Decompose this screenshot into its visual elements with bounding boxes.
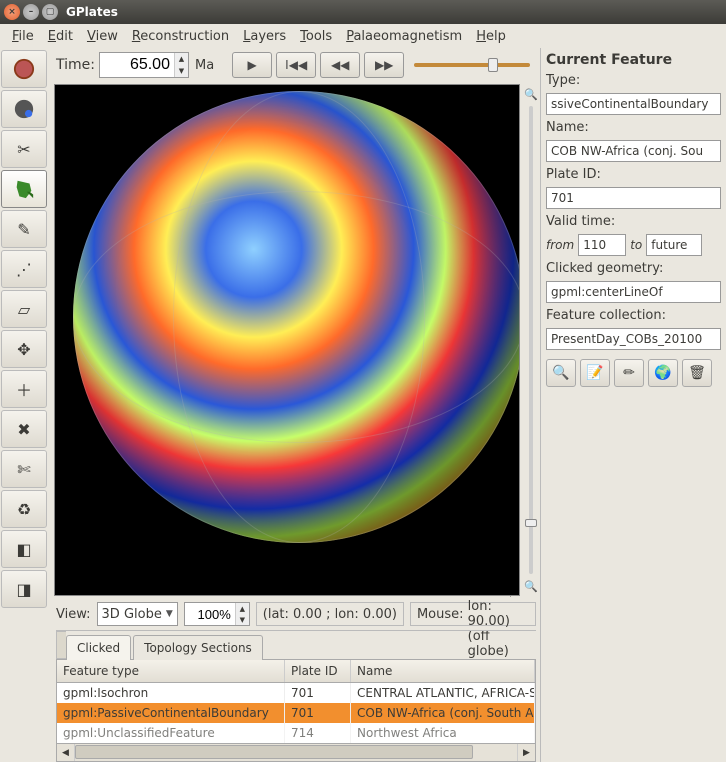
copy-geometry-button[interactable]: ✏ [614,359,644,387]
window-title: GPlates [66,5,118,19]
edit-feature-button[interactable]: 📝 [580,359,610,387]
type-label: Type: [546,73,721,88]
zoom-down-icon[interactable]: ▼ [235,614,249,625]
menu-tools[interactable]: Tools [294,27,338,46]
name-field[interactable]: COB NW-Africa (conj. Sou [546,140,721,162]
globe-viewport[interactable] [54,84,520,596]
valid-from-field[interactable]: 110 [578,234,626,256]
tool-drag-globe[interactable] [1,50,47,88]
tool-split-feature[interactable]: ✄ [1,450,47,488]
menu-layers[interactable]: Layers [237,27,292,46]
menu-edit[interactable]: Edit [42,27,79,46]
geometry-field[interactable]: gpml:centerLineOf [546,281,721,303]
view-label: View: [56,607,91,622]
delete-feature-button[interactable]: 🗑 [682,359,712,387]
tool-digitize-polygon[interactable]: ▱ [1,290,47,328]
tool-digitize-points[interactable]: ⋰ [1,250,47,288]
time-label: Time: [56,57,95,73]
tool-manipulate-pole[interactable]: ♻ [1,490,47,528]
clone-feature-button[interactable]: 🌍 [648,359,678,387]
time-input[interactable] [100,53,174,77]
dock-handle[interactable] [56,631,66,659]
time-up-icon[interactable]: ▲ [174,53,188,65]
tool-digitize-polyline[interactable]: ✎ [1,210,47,248]
tool-insert-vertex[interactable]: ＋ [1,370,47,408]
zoom-input[interactable] [185,603,235,625]
mouse-status: Mouse: (lat: 39.40 ; lon: 90.00) (off gl… [410,602,536,626]
zoom-in-icon[interactable]: 🔍 [523,86,539,102]
zoom-slider[interactable] [529,106,533,574]
plateid-field[interactable]: 701 [546,187,721,209]
close-icon[interactable]: × [4,4,20,20]
chevron-down-icon: ▼ [166,609,173,619]
col-plate-id[interactable]: Plate ID [285,660,351,682]
table-scrollbar[interactable]: ◀ ▶ [56,744,536,762]
geometry-label: Clicked geometry: [546,261,721,276]
current-feature-panel: Current Feature Type: ssiveContinentalBo… [540,48,726,762]
collection-label: Feature collection: [546,308,721,323]
tool-zoom-globe[interactable] [1,90,47,128]
panel-heading: Current Feature [546,52,721,68]
minimize-icon[interactable]: – [23,4,39,20]
tool-delete-vertex[interactable]: ✖ [1,410,47,448]
time-slider[interactable] [408,63,536,67]
tab-topology-sections[interactable]: Topology Sections [133,635,263,660]
validtime-label: Valid time: [546,214,721,229]
tool-choose-feature[interactable] [1,170,47,208]
play-button[interactable]: ▶ [232,52,272,78]
rewind-start-button[interactable]: I◀◀ [276,52,316,78]
col-name[interactable]: Name [351,660,535,682]
time-down-icon[interactable]: ▼ [174,65,188,77]
valid-to-field[interactable]: future [646,234,702,256]
time-spinbox[interactable]: ▲▼ [99,52,189,78]
menu-view[interactable]: View [81,27,124,46]
type-field[interactable]: ssiveContinentalBoundary [546,93,721,115]
tool-build-topology[interactable]: ◧ [1,530,47,568]
menu-palaeomagnetism[interactable]: Palaeomagnetism [340,27,468,46]
step-back-button[interactable]: ◀◀ [320,52,360,78]
feature-table: Feature type Plate ID Name gpml:Isochron… [56,659,536,744]
table-row[interactable]: gpml:Isochron 701 CENTRAL ATLANTIC, AFRI… [57,683,535,703]
maximize-icon[interactable]: ▢ [42,4,58,20]
tool-move-vertex[interactable]: ✥ [1,330,47,368]
menu-help[interactable]: Help [470,27,512,46]
tool-column: ✂ ✎ ⋰ ▱ ✥ ＋ ✖ ✄ ♻ ◧ ◨ [0,48,52,762]
zoom-spinbox[interactable]: ▲▼ [184,602,250,626]
time-unit: Ma [195,58,214,73]
tab-clicked[interactable]: Clicked [66,635,131,660]
query-feature-button[interactable]: 🔍 [546,359,576,387]
col-feature-type[interactable]: Feature type [57,660,285,682]
tool-measure[interactable]: ✂ [1,130,47,168]
scroll-right-icon[interactable]: ▶ [517,744,535,761]
zoom-out-icon[interactable]: 🔍 [523,578,539,594]
camera-status: (lat: 0.00 ; lon: 0.00) [256,602,404,626]
plateid-label: Plate ID: [546,167,721,182]
zoom-up-icon[interactable]: ▲ [235,603,249,614]
table-row[interactable]: gpml:UnclassifiedFeature 714 Northwest A… [57,723,535,743]
table-row[interactable]: gpml:PassiveContinentalBoundary 701 COB … [57,703,535,723]
menu-file[interactable]: File [6,27,40,46]
menubar: File Edit View Reconstruction Layers Too… [0,24,726,48]
tool-edit-topology[interactable]: ◨ [1,570,47,608]
collection-field[interactable]: PresentDay_COBs_20100 [546,328,721,350]
name-label: Name: [546,120,721,135]
menu-reconstruction[interactable]: Reconstruction [126,27,235,46]
step-forward-button[interactable]: ▶▶ [364,52,404,78]
scroll-left-icon[interactable]: ◀ [57,744,75,761]
view-mode-combo[interactable]: 3D Globe▼ [97,602,178,626]
